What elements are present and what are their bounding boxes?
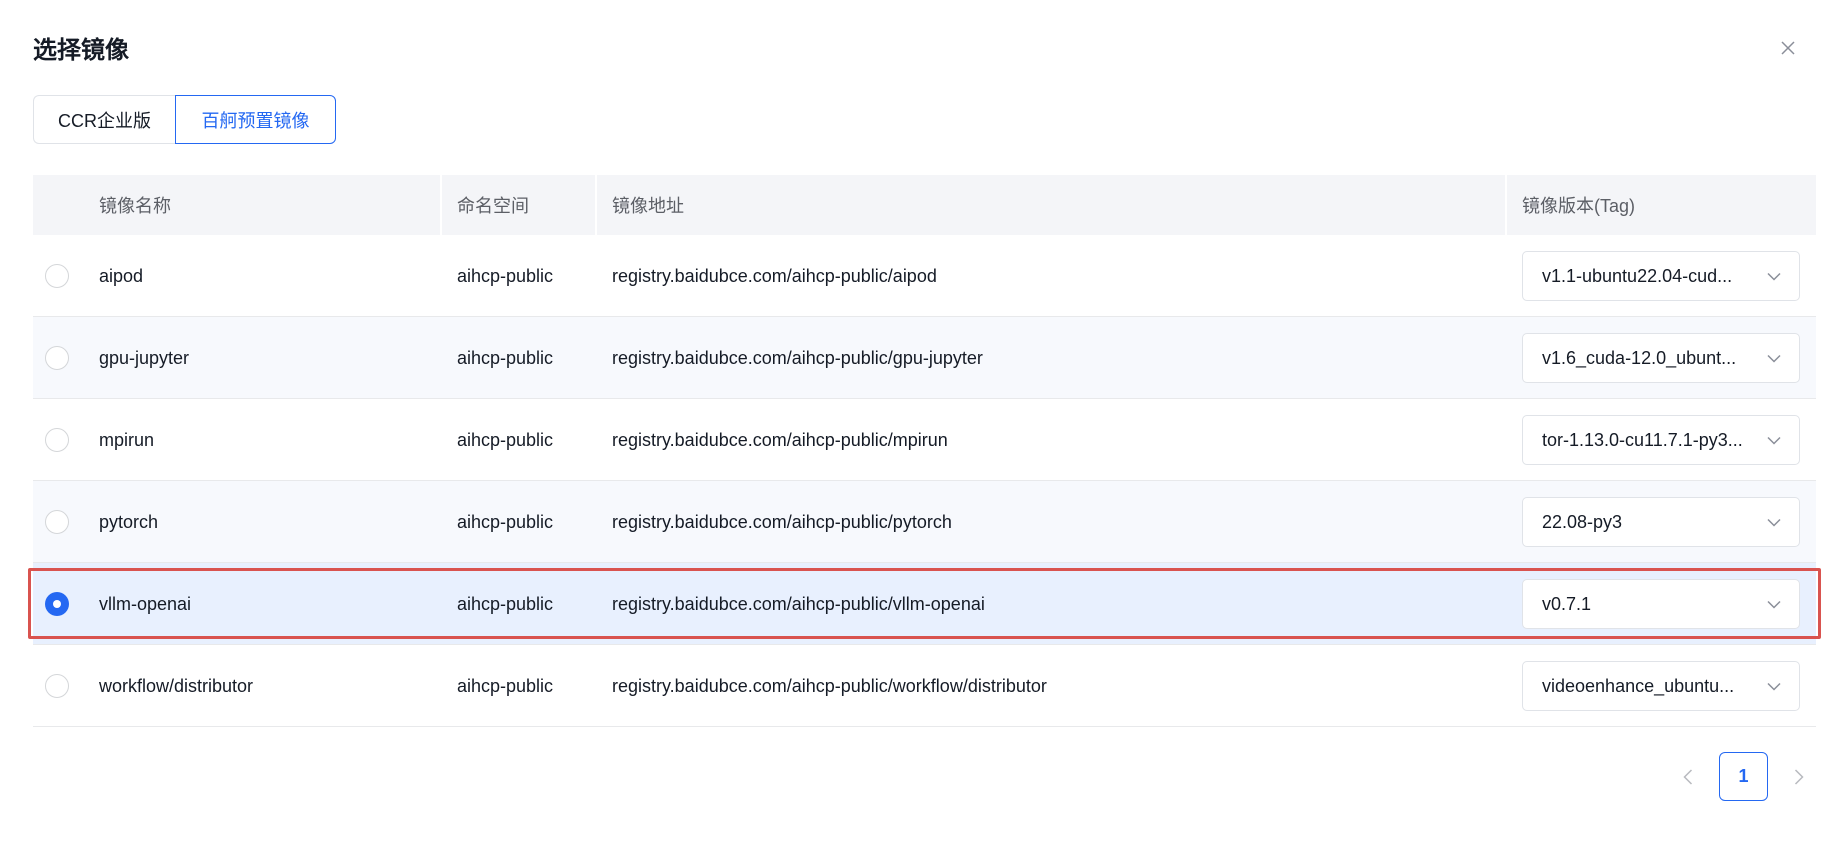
chevron-right-icon xyxy=(1794,768,1804,785)
table-row-selected[interactable]: vllm-openai aihcp-public registry.baidub… xyxy=(28,563,1821,645)
table-header: 镜像名称 命名空间 镜像地址 镜像版本(Tag) xyxy=(33,175,1816,235)
tag-select-value: tor-1.13.0-cu11.7.1-py3... xyxy=(1542,429,1743,450)
column-header-tag: 镜像版本(Tag) xyxy=(1522,196,1636,216)
pagination: 1 xyxy=(1671,752,1816,801)
tag-select[interactable]: v0.7.1 xyxy=(1522,579,1800,629)
row-radio[interactable] xyxy=(45,674,69,698)
row-radio[interactable] xyxy=(45,510,69,534)
tag-select-value: videoenhance_ubuntu... xyxy=(1542,675,1735,696)
image-table: 镜像名称 命名空间 镜像地址 镜像版本(Tag) aipod aihcp-pub… xyxy=(28,175,1821,727)
row-radio-checked[interactable] xyxy=(45,592,69,616)
tab-ccr-enterprise[interactable]: CCR企业版 xyxy=(33,95,175,144)
row-radio[interactable] xyxy=(45,264,69,288)
chevron-down-icon xyxy=(1767,433,1781,447)
image-name: mpirun xyxy=(99,429,155,450)
image-name: vllm-openai xyxy=(99,593,192,614)
tag-select-value: v1.6_cuda-12.0_ubunt... xyxy=(1542,347,1737,368)
row-radio[interactable] xyxy=(45,428,69,452)
image-source-tabs: CCR企业版 百舸预置镜像 xyxy=(33,95,336,144)
prev-page-button[interactable] xyxy=(1671,753,1705,801)
image-namespace: aihcp-public xyxy=(457,347,554,368)
next-page-button[interactable] xyxy=(1782,753,1816,801)
chevron-down-icon xyxy=(1767,679,1781,693)
image-address: registry.baidubce.com/aihcp-public/pytor… xyxy=(612,511,952,532)
image-address: registry.baidubce.com/aihcp-public/mpiru… xyxy=(612,429,948,450)
tag-select-value: 22.08-py3 xyxy=(1542,511,1623,532)
tag-select[interactable]: videoenhance_ubuntu... xyxy=(1522,661,1800,711)
tab-baige-preset-images[interactable]: 百舸预置镜像 xyxy=(175,95,336,144)
column-header-name: 镜像名称 xyxy=(99,196,171,216)
image-address: registry.baidubce.com/aihcp-public/vllm-… xyxy=(612,593,985,614)
table-row[interactable]: gpu-jupyter aihcp-public registry.baidub… xyxy=(33,317,1816,399)
image-name: pytorch xyxy=(99,511,159,532)
image-address: registry.baidubce.com/aihcp-public/aipod xyxy=(612,265,937,286)
table-row[interactable]: mpirun aihcp-public registry.baidubce.co… xyxy=(33,399,1816,481)
image-name: gpu-jupyter xyxy=(99,347,190,368)
close-icon xyxy=(1781,41,1795,55)
image-address: registry.baidubce.com/aihcp-public/gpu-j… xyxy=(612,347,983,368)
close-button[interactable] xyxy=(1774,34,1802,62)
column-divider xyxy=(1505,175,1507,235)
table-row[interactable]: aipod aihcp-public registry.baidubce.com… xyxy=(33,235,1816,317)
chevron-down-icon xyxy=(1767,351,1781,365)
column-divider xyxy=(595,175,597,235)
image-namespace: aihcp-public xyxy=(457,675,554,696)
tag-select-value: v1.1-ubuntu22.04-cud... xyxy=(1542,265,1733,286)
column-header-address: 镜像地址 xyxy=(612,196,684,216)
chevron-left-icon xyxy=(1683,768,1693,785)
tag-select[interactable]: 22.08-py3 xyxy=(1522,497,1800,547)
image-namespace: aihcp-public xyxy=(457,511,554,532)
dialog-title: 选择镜像 xyxy=(33,37,129,64)
column-header-namespace: 命名空间 xyxy=(457,196,529,216)
tag-select[interactable]: v1.6_cuda-12.0_ubunt... xyxy=(1522,333,1800,383)
table-row[interactable]: workflow/distributor aihcp-public regist… xyxy=(33,645,1816,727)
select-image-dialog: 选择镜像 CCR企业版 百舸预置镜像 镜像名称 命名空间 镜像地址 镜像版本(T… xyxy=(0,0,1840,844)
column-divider xyxy=(440,175,442,235)
image-namespace: aihcp-public xyxy=(457,265,554,286)
row-radio[interactable] xyxy=(45,346,69,370)
chevron-down-icon xyxy=(1767,269,1781,283)
tag-select[interactable]: tor-1.13.0-cu11.7.1-py3... xyxy=(1522,415,1800,465)
image-namespace: aihcp-public xyxy=(457,429,554,450)
image-name: workflow/distributor xyxy=(99,675,254,696)
image-name: aipod xyxy=(99,265,144,286)
page-number-button[interactable]: 1 xyxy=(1719,752,1768,801)
image-namespace: aihcp-public xyxy=(457,593,554,614)
chevron-down-icon xyxy=(1767,515,1781,529)
chevron-down-icon xyxy=(1767,597,1781,611)
tag-select-value: v0.7.1 xyxy=(1542,593,1592,614)
table-row[interactable]: pytorch aihcp-public registry.baidubce.c… xyxy=(33,481,1816,563)
tag-select[interactable]: v1.1-ubuntu22.04-cud... xyxy=(1522,251,1800,301)
image-address: registry.baidubce.com/aihcp-public/workf… xyxy=(612,675,1047,696)
